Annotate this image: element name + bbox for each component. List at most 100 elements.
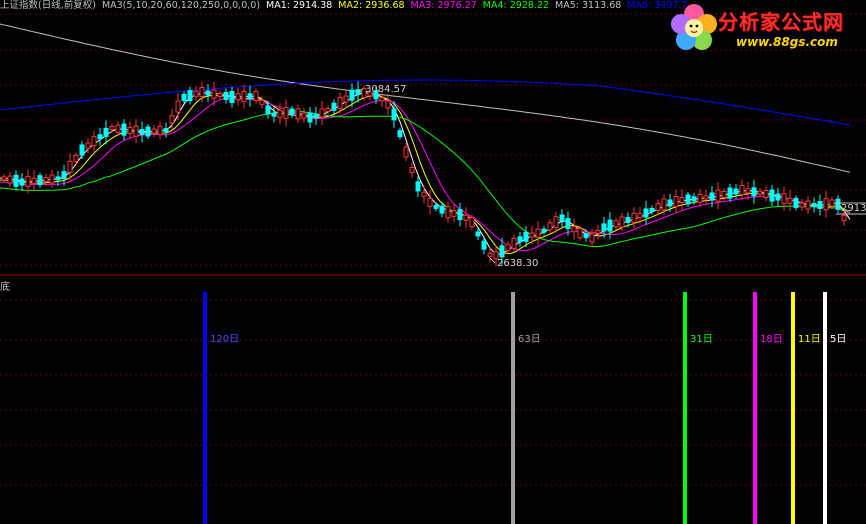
candle bbox=[817, 201, 823, 209]
ma-readout: MA1: 2914.38 bbox=[266, 0, 333, 11]
candle bbox=[439, 205, 445, 214]
candle bbox=[91, 136, 97, 147]
chart-grid bbox=[0, 13, 866, 486]
candle bbox=[127, 126, 133, 134]
ma-readout: MA3: 2976.27 bbox=[410, 0, 477, 11]
candle bbox=[445, 206, 451, 219]
candle bbox=[595, 230, 601, 234]
candle bbox=[271, 112, 277, 117]
candle bbox=[85, 142, 91, 149]
index-name: 上证指数(日线,前复权) bbox=[0, 0, 96, 11]
candle bbox=[1, 176, 7, 181]
candle bbox=[151, 128, 157, 134]
candle bbox=[139, 129, 145, 135]
candle bbox=[829, 199, 835, 207]
candle bbox=[517, 236, 523, 243]
stock-chart: 3084.57 2638.30 2913 120日 63日 31日 18日 11日 5日 bbox=[0, 13, 866, 524]
candle bbox=[625, 216, 631, 223]
flower-logo-icon bbox=[671, 4, 717, 50]
candle bbox=[355, 89, 361, 96]
candle bbox=[319, 108, 325, 118]
cycle-bar-label: 63日 bbox=[518, 334, 541, 345]
candle bbox=[763, 190, 769, 198]
candle bbox=[529, 232, 535, 238]
candle bbox=[577, 228, 583, 239]
candle bbox=[601, 223, 607, 232]
candle bbox=[565, 218, 571, 230]
price-annotation: 2913 bbox=[841, 203, 866, 214]
logo-title: 分析家公式网 bbox=[718, 10, 844, 34]
candle bbox=[121, 123, 127, 136]
candle bbox=[457, 209, 463, 221]
candle bbox=[667, 199, 673, 207]
candle bbox=[103, 127, 109, 137]
candle bbox=[403, 146, 409, 158]
candle bbox=[79, 144, 85, 156]
cycle-bar bbox=[753, 292, 757, 524]
candle bbox=[259, 99, 265, 105]
candle bbox=[283, 106, 289, 119]
candle bbox=[487, 252, 493, 257]
candle bbox=[463, 214, 469, 221]
candle bbox=[787, 197, 793, 204]
candle bbox=[727, 187, 733, 199]
candle bbox=[541, 228, 547, 233]
candle bbox=[325, 108, 331, 112]
candle bbox=[247, 93, 253, 100]
candle bbox=[559, 214, 565, 222]
logo-url: www.88gs.com bbox=[736, 35, 838, 49]
candle bbox=[841, 215, 847, 222]
candle bbox=[619, 216, 625, 228]
cycle-bar bbox=[791, 292, 795, 524]
candle bbox=[73, 154, 79, 162]
ma-readout: MA2: 2936.68 bbox=[338, 0, 405, 11]
candle bbox=[505, 243, 511, 251]
cycle-bar-label: 11日 bbox=[798, 334, 821, 345]
candle bbox=[583, 233, 589, 239]
candle bbox=[211, 89, 217, 99]
candle bbox=[643, 208, 649, 218]
candle bbox=[631, 212, 637, 223]
candle bbox=[133, 125, 139, 137]
candle bbox=[229, 91, 235, 103]
candle bbox=[115, 124, 121, 133]
indicator-formula: MA3(5,10,20,60,120,250,0,0,0,0) bbox=[101, 0, 261, 11]
candle bbox=[331, 102, 337, 111]
candle bbox=[781, 193, 787, 205]
cycle-bar bbox=[203, 292, 207, 524]
candle bbox=[409, 167, 415, 173]
candle bbox=[223, 92, 229, 100]
cycle-bar bbox=[511, 292, 515, 524]
candle bbox=[295, 108, 301, 120]
candle bbox=[739, 185, 745, 195]
candle bbox=[205, 90, 211, 96]
candle bbox=[757, 190, 763, 195]
candle bbox=[349, 89, 355, 101]
candle bbox=[421, 191, 427, 197]
candle bbox=[679, 197, 685, 203]
candle bbox=[235, 93, 241, 101]
candle bbox=[637, 213, 643, 219]
candle bbox=[385, 100, 391, 109]
price-annotation: 2638.30 bbox=[497, 258, 538, 269]
candle bbox=[31, 177, 37, 184]
candle bbox=[415, 181, 421, 192]
candle bbox=[427, 197, 433, 207]
candle bbox=[109, 126, 115, 130]
candle bbox=[775, 193, 781, 201]
candle bbox=[805, 200, 811, 210]
candle bbox=[169, 115, 175, 124]
candle bbox=[163, 128, 169, 133]
candle bbox=[709, 192, 715, 201]
candle bbox=[265, 105, 271, 115]
ma250-line bbox=[0, 79, 851, 126]
candle bbox=[613, 220, 619, 228]
candle bbox=[733, 188, 739, 195]
cycle-bar-label: 31日 bbox=[690, 334, 713, 345]
candle bbox=[649, 208, 655, 212]
candle bbox=[55, 176, 61, 181]
candle bbox=[337, 96, 343, 109]
candle bbox=[571, 226, 577, 233]
candle bbox=[481, 240, 487, 250]
candle bbox=[193, 90, 199, 97]
